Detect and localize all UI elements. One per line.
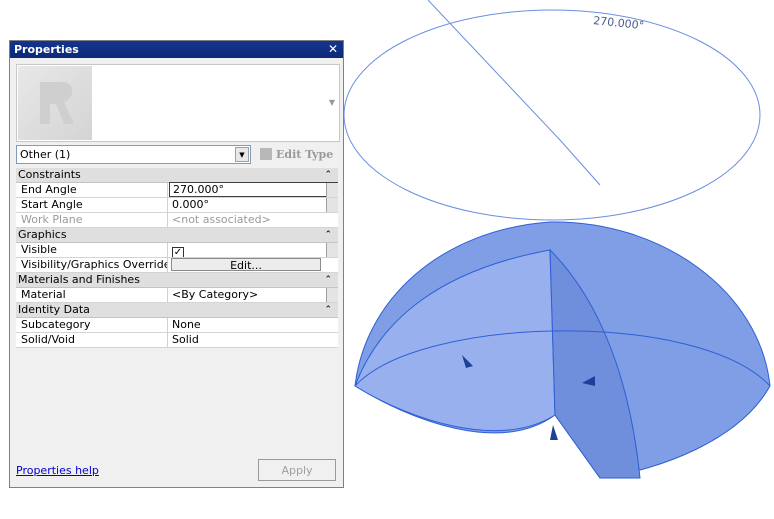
- family-thumbnail-icon: [18, 66, 92, 140]
- chevron-down-icon[interactable]: ▼: [235, 147, 249, 162]
- type-selector-row: Other (1) ▼ Edit Type: [16, 145, 338, 164]
- property-name: Material: [16, 288, 168, 302]
- visible-value: ✓: [169, 243, 338, 257]
- property-row: Visibility/Graphics Overrides Edit...: [16, 258, 338, 273]
- edit-type-label: Edit Type: [276, 148, 334, 161]
- chevron-down-icon[interactable]: ▼: [329, 98, 335, 107]
- solid-void-value[interactable]: Solid: [169, 333, 338, 347]
- instance-filter-select[interactable]: Other (1) ▼: [16, 145, 251, 164]
- end-angle-input[interactable]: 270.000°: [169, 182, 338, 197]
- apply-button[interactable]: Apply: [258, 459, 336, 481]
- collapse-icon[interactable]: ⌃: [324, 273, 332, 287]
- edit-type-button[interactable]: Edit Type: [260, 145, 333, 164]
- associate-parameter-button[interactable]: [326, 288, 338, 302]
- visible-checkbox[interactable]: ✓: [172, 247, 184, 257]
- angle-ellipse: [343, 9, 761, 221]
- property-name: Visibility/Graphics Overrides: [16, 258, 168, 272]
- property-row: Visible ✓: [16, 243, 338, 258]
- property-name: Visible: [16, 243, 168, 257]
- material-value[interactable]: <By Category>: [169, 288, 338, 302]
- property-row: End Angle 270.000°: [16, 182, 338, 198]
- work-plane-value: <not associated>: [172, 213, 271, 226]
- collapse-icon[interactable]: ⌃: [324, 303, 332, 317]
- guide-line: [427, 0, 561, 141]
- section-materials[interactable]: Materials and Finishes ⌃: [16, 273, 338, 288]
- properties-title: Properties: [14, 43, 79, 56]
- associate-parameter-button[interactable]: [326, 183, 338, 197]
- property-row: Solid/Void Solid: [16, 333, 338, 348]
- shape-handle-bottom[interactable]: [550, 425, 558, 440]
- properties-help-link[interactable]: Properties help: [16, 464, 99, 477]
- collapse-icon[interactable]: ⌃: [324, 168, 332, 182]
- section-constraints[interactable]: Constraints ⌃: [16, 168, 338, 183]
- associate-parameter-button[interactable]: [326, 243, 338, 257]
- guide-line-lower: [559, 139, 601, 186]
- instance-filter-value: Other (1): [20, 148, 71, 161]
- subcategory-value[interactable]: None: [169, 318, 338, 332]
- property-name: Start Angle: [16, 198, 168, 212]
- overrides-value: Edit...: [169, 258, 338, 272]
- section-graphics[interactable]: Graphics ⌃: [16, 228, 338, 243]
- properties-palette: Properties ✕ ▼ Other (1) ▼ Edit Type Con…: [9, 40, 344, 488]
- property-name: End Angle: [16, 183, 168, 197]
- close-icon[interactable]: ✕: [328, 41, 338, 58]
- collapse-icon[interactable]: ⌃: [324, 228, 332, 242]
- edit-type-icon: [260, 148, 272, 160]
- property-row: Work Plane <not associated>: [16, 213, 338, 228]
- associate-parameter-button[interactable]: [326, 198, 338, 212]
- section-label: Graphics: [18, 228, 67, 241]
- section-identity-data[interactable]: Identity Data ⌃: [16, 303, 338, 318]
- start-angle-input[interactable]: 0.000°: [169, 198, 338, 212]
- properties-titlebar[interactable]: Properties ✕: [10, 41, 343, 58]
- property-name: Solid/Void: [16, 333, 168, 347]
- property-name: Subcategory: [16, 318, 168, 332]
- properties-grid: Constraints ⌃ End Angle 270.000° Start A…: [16, 168, 338, 348]
- edit-overrides-button[interactable]: Edit...: [171, 258, 321, 272]
- type-preview[interactable]: ▼: [16, 64, 340, 142]
- property-row: Subcategory None: [16, 318, 338, 333]
- property-row: Material <By Category>: [16, 288, 338, 303]
- property-name: Work Plane: [16, 213, 168, 227]
- property-row: Start Angle 0.000°: [16, 198, 338, 213]
- section-label: Identity Data: [18, 303, 90, 316]
- section-label: Constraints: [18, 168, 81, 181]
- section-label: Materials and Finishes: [18, 273, 140, 286]
